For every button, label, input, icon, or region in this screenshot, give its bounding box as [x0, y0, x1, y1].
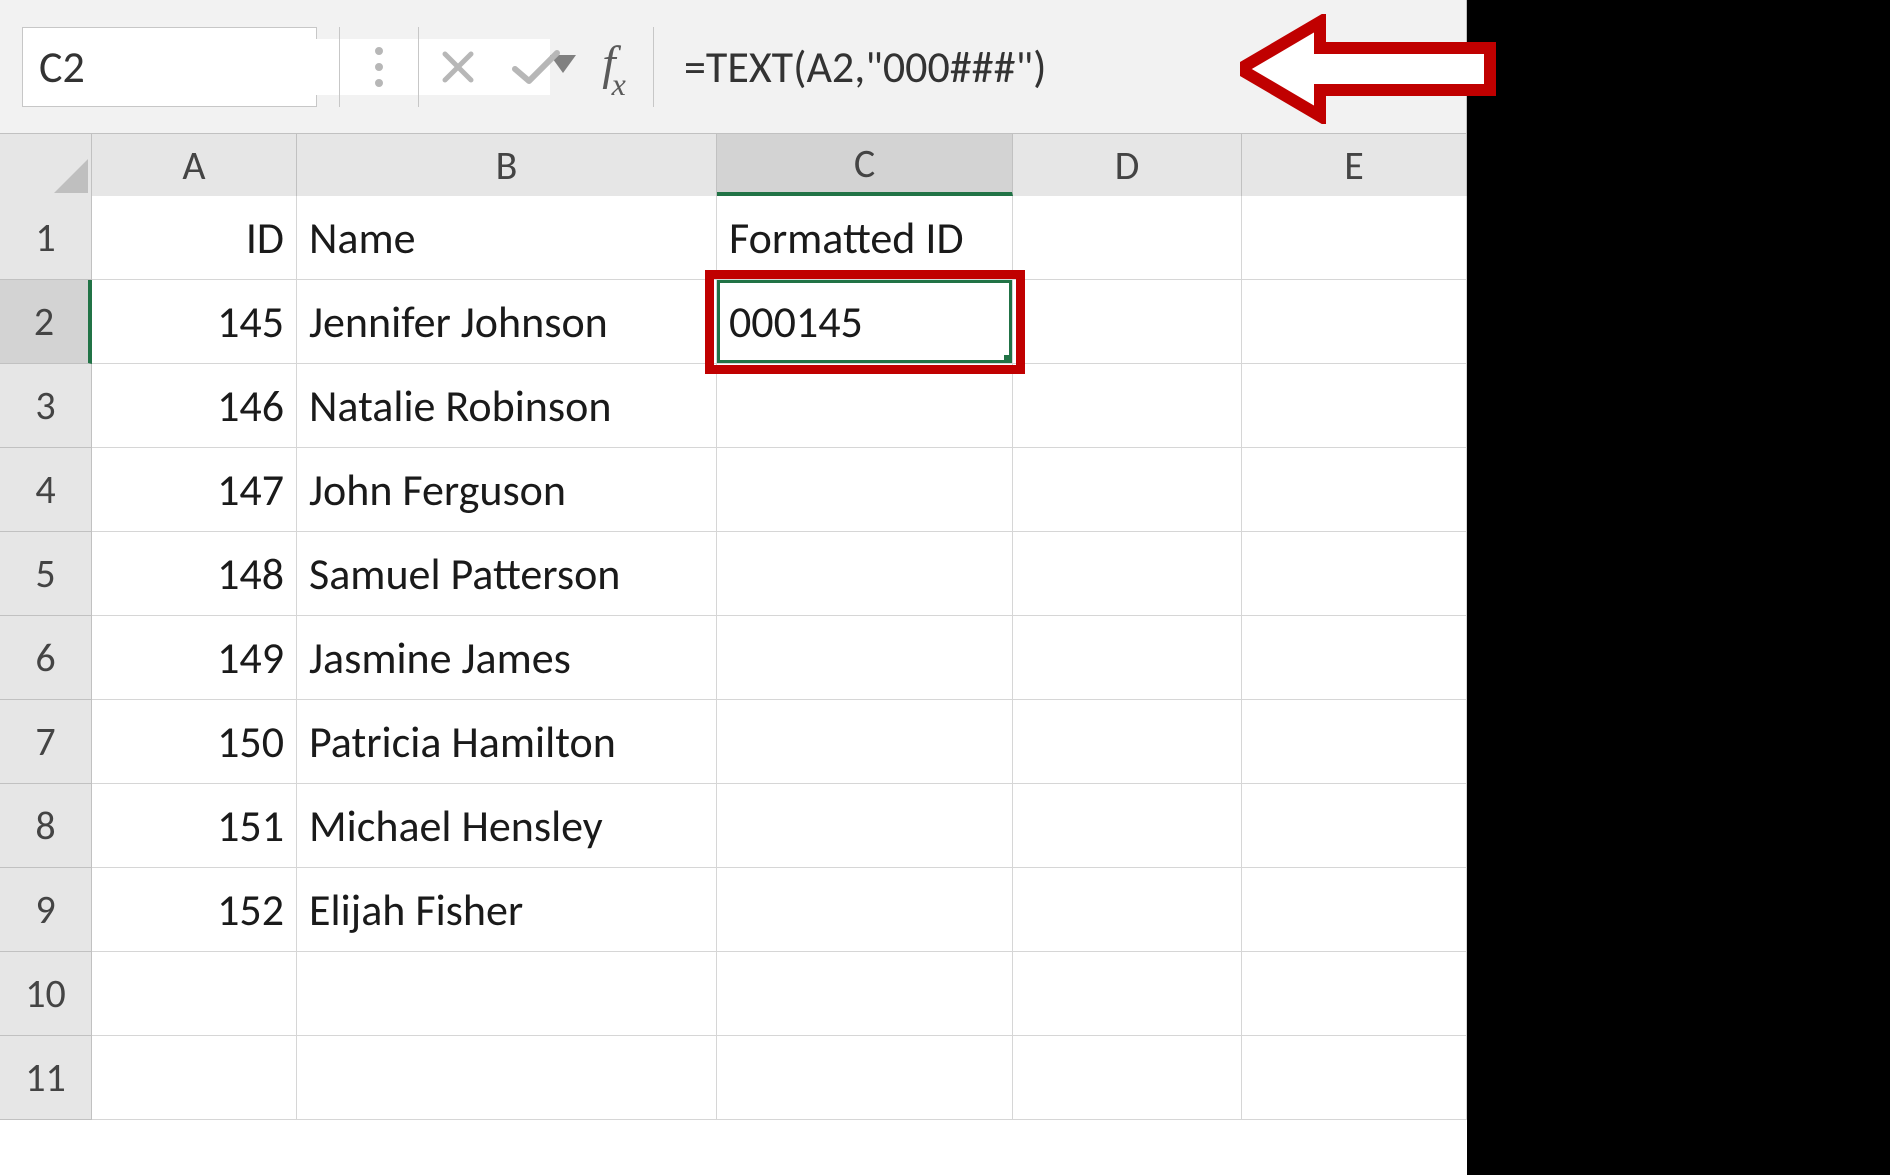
- cell-E10[interactable]: [1242, 952, 1467, 1036]
- row-header-1[interactable]: 1: [0, 196, 92, 280]
- cell-B6[interactable]: Jasmine James: [297, 616, 717, 700]
- cell-D7[interactable]: [1013, 700, 1242, 784]
- column-header-D[interactable]: D: [1013, 134, 1242, 196]
- row-header-4[interactable]: 4: [0, 448, 92, 532]
- cell-E1[interactable]: [1242, 196, 1467, 280]
- cell-A5[interactable]: 148: [92, 532, 297, 616]
- cell-C2[interactable]: 000145: [717, 280, 1013, 364]
- column-header-B[interactable]: B: [297, 134, 717, 196]
- row: 11: [0, 1036, 1467, 1120]
- row-header-8[interactable]: 8: [0, 784, 92, 868]
- cell-D4[interactable]: [1013, 448, 1242, 532]
- cell-D9[interactable]: [1013, 868, 1242, 952]
- row: 7150Patricia Hamilton: [0, 700, 1467, 784]
- cell-C11[interactable]: [717, 1036, 1013, 1120]
- cell-C8[interactable]: [717, 784, 1013, 868]
- cell-B2[interactable]: Jennifer Johnson: [297, 280, 717, 364]
- formula-input[interactable]: [682, 39, 1466, 95]
- row-header-10[interactable]: 10: [0, 952, 92, 1036]
- cell-C5[interactable]: [717, 532, 1013, 616]
- cell-E8[interactable]: [1242, 784, 1467, 868]
- cell-D1[interactable]: [1013, 196, 1242, 280]
- cell-E7[interactable]: [1242, 700, 1467, 784]
- cell-C4[interactable]: [717, 448, 1013, 532]
- cell-B5[interactable]: Samuel Patterson: [297, 532, 717, 616]
- enter-button[interactable]: [497, 27, 575, 107]
- row-header-6[interactable]: 6: [0, 616, 92, 700]
- row: 9152Elijah Fisher: [0, 868, 1467, 952]
- cell-C6[interactable]: [717, 616, 1013, 700]
- cell-B1[interactable]: Name: [297, 196, 717, 280]
- column-header-row: ABCDE: [0, 134, 1467, 196]
- cell-A6[interactable]: 149: [92, 616, 297, 700]
- row-header-3[interactable]: 3: [0, 364, 92, 448]
- column-header-E[interactable]: E: [1242, 134, 1467, 196]
- cell-D10[interactable]: [1013, 952, 1242, 1036]
- row: 1IDNameFormatted ID: [0, 196, 1467, 280]
- cell-B4[interactable]: John Ferguson: [297, 448, 717, 532]
- row: 6149Jasmine James: [0, 616, 1467, 700]
- cell-A11[interactable]: [92, 1036, 297, 1120]
- cell-B9[interactable]: Elijah Fisher: [297, 868, 717, 952]
- cell-E9[interactable]: [1242, 868, 1467, 952]
- cell-A4[interactable]: 147: [92, 448, 297, 532]
- cancel-button[interactable]: [419, 27, 497, 107]
- options-button[interactable]: [340, 27, 418, 107]
- insert-function-button[interactable]: fx: [575, 27, 653, 107]
- row: 10: [0, 952, 1467, 1036]
- row: 5148Samuel Patterson: [0, 532, 1467, 616]
- row: 4147John Ferguson: [0, 448, 1467, 532]
- cell-C3[interactable]: [717, 364, 1013, 448]
- cell-D2[interactable]: [1013, 280, 1242, 364]
- cell-E5[interactable]: [1242, 532, 1467, 616]
- cell-A2[interactable]: 145: [92, 280, 297, 364]
- cell-A10[interactable]: [92, 952, 297, 1036]
- row-header-9[interactable]: 9: [0, 868, 92, 952]
- cell-E3[interactable]: [1242, 364, 1467, 448]
- cell-B10[interactable]: [297, 952, 717, 1036]
- cell-E11[interactable]: [1242, 1036, 1467, 1120]
- divider: [653, 27, 654, 107]
- spreadsheet-grid[interactable]: 1IDNameFormatted ID2145Jennifer Johnson0…: [0, 196, 1467, 1120]
- row-header-11[interactable]: 11: [0, 1036, 92, 1120]
- cell-C1[interactable]: Formatted ID: [717, 196, 1013, 280]
- formula-bar: fx: [0, 0, 1467, 134]
- cell-B7[interactable]: Patricia Hamilton: [297, 700, 717, 784]
- cell-D11[interactable]: [1013, 1036, 1242, 1120]
- cell-E2[interactable]: [1242, 280, 1467, 364]
- cell-D8[interactable]: [1013, 784, 1242, 868]
- column-header-A[interactable]: A: [92, 134, 297, 196]
- cell-D5[interactable]: [1013, 532, 1242, 616]
- cell-A3[interactable]: 146: [92, 364, 297, 448]
- excel-window: fx ABCDE 1IDNameFormatted ID2145Jennifer…: [0, 0, 1467, 1175]
- cell-C9[interactable]: [717, 868, 1013, 952]
- select-all-corner[interactable]: [0, 134, 92, 196]
- row: 3146Natalie Robinson: [0, 364, 1467, 448]
- row: 8151Michael Hensley: [0, 784, 1467, 868]
- fx-icon: fx: [602, 36, 626, 98]
- column-header-C[interactable]: C: [717, 134, 1013, 196]
- cell-C7[interactable]: [717, 700, 1013, 784]
- cell-E4[interactable]: [1242, 448, 1467, 532]
- cell-C10[interactable]: [717, 952, 1013, 1036]
- row-header-2[interactable]: 2: [0, 280, 92, 364]
- row: 2145Jennifer Johnson000145: [0, 280, 1467, 364]
- cell-B11[interactable]: [297, 1036, 717, 1120]
- cell-A7[interactable]: 150: [92, 700, 297, 784]
- row-header-7[interactable]: 7: [0, 700, 92, 784]
- cell-D3[interactable]: [1013, 364, 1242, 448]
- cell-B3[interactable]: Natalie Robinson: [297, 364, 717, 448]
- cell-E6[interactable]: [1242, 616, 1467, 700]
- cell-A9[interactable]: 152: [92, 868, 297, 952]
- cell-B8[interactable]: Michael Hensley: [297, 784, 717, 868]
- cell-D6[interactable]: [1013, 616, 1242, 700]
- row-header-5[interactable]: 5: [0, 532, 92, 616]
- cell-A8[interactable]: 151: [92, 784, 297, 868]
- name-box[interactable]: [22, 27, 317, 107]
- cell-A1[interactable]: ID: [92, 196, 297, 280]
